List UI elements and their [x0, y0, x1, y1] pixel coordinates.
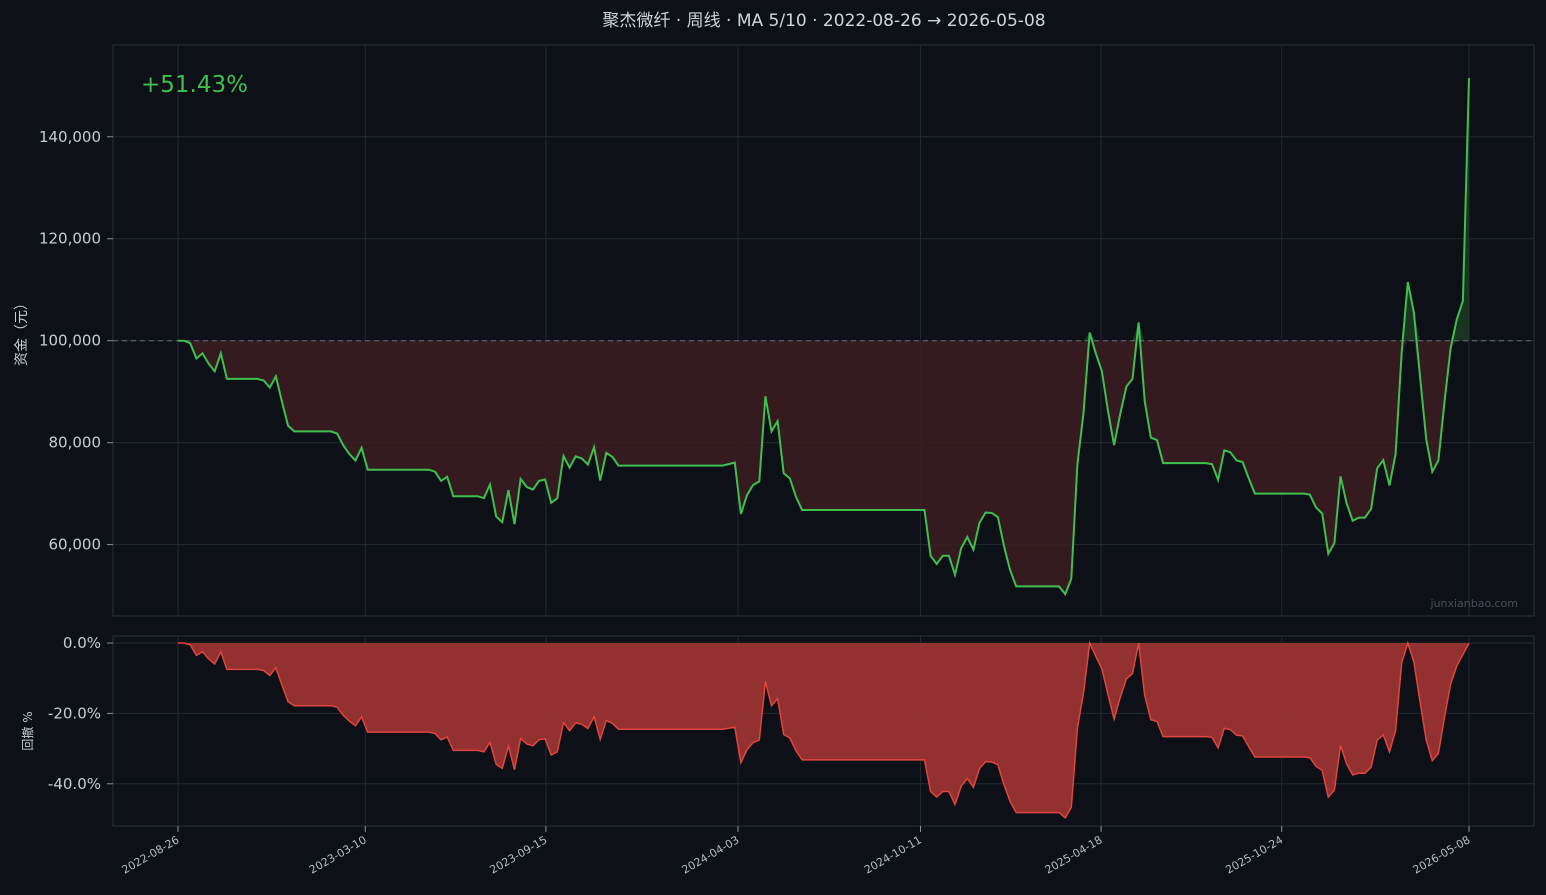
- equity-tick-label: 140,000: [39, 128, 101, 146]
- chart-title: 聚杰微纤 · 周线 · MA 5/10 · 2022-08-26 → 2026-…: [602, 11, 1045, 31]
- drawdown-y-label: 回撤 %: [20, 711, 35, 750]
- equity-y-label: 资金（元）: [14, 296, 30, 366]
- equity-tick-label: 100,000: [39, 332, 101, 350]
- equity-tick-label: 80,000: [49, 434, 102, 452]
- equity-tick-label: 120,000: [39, 230, 101, 248]
- equity-tick-label: 60,000: [49, 536, 102, 554]
- equity-panel: [112, 44, 1535, 617]
- drawdown-tick-label: -20.0%: [48, 704, 101, 722]
- drawdown-tick-label: -40.0%: [48, 775, 101, 793]
- return-label: +51.43%: [141, 72, 248, 98]
- drawdown-tick-label: 0.0%: [63, 634, 101, 652]
- equity-drawdown-chart: 聚杰微纤 · 周线 · MA 5/10 · 2022-08-26 → 2026-…: [0, 0, 1546, 895]
- watermark: junxianbao.com: [1429, 597, 1518, 610]
